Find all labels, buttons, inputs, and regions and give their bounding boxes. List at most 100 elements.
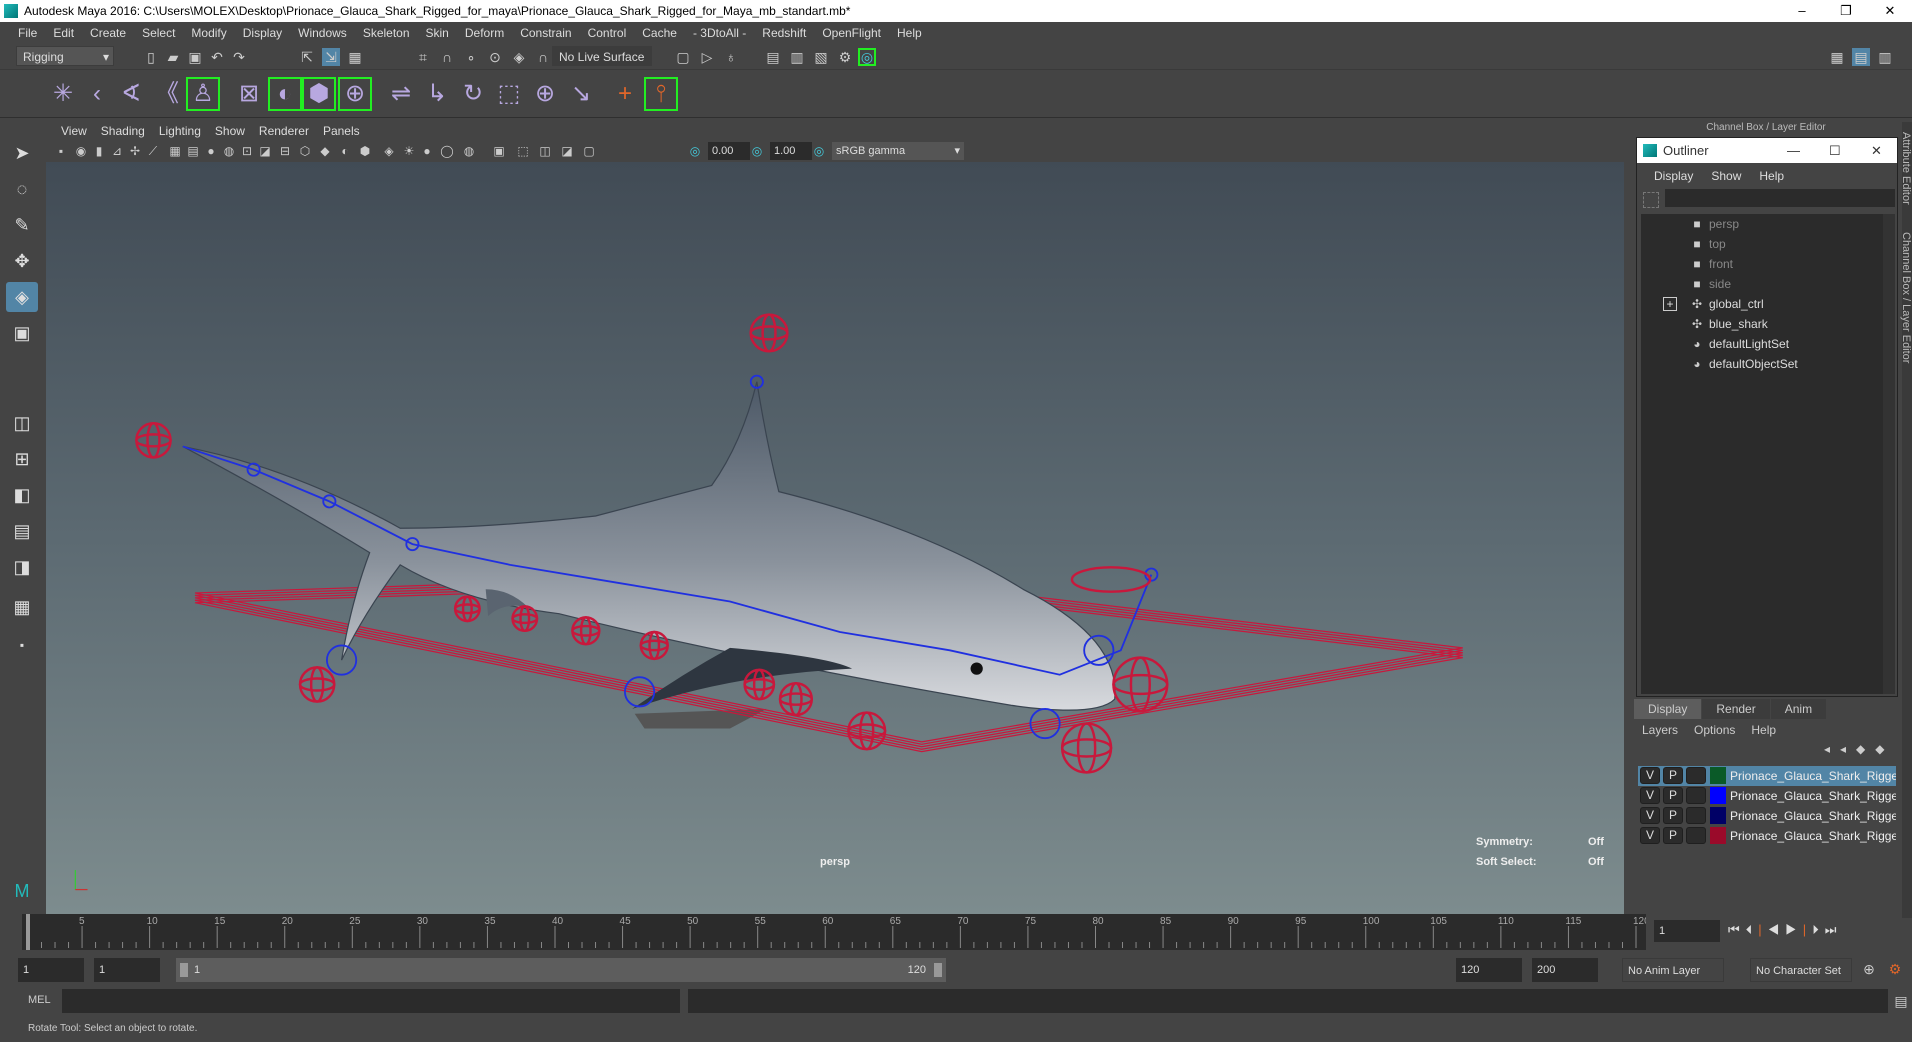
exposure-icon[interactable]: ◎ xyxy=(686,142,704,160)
rig-control-icon[interactable]: ⫯ xyxy=(644,77,678,111)
output-ops-icon[interactable]: ▷ xyxy=(698,48,716,66)
rig-control[interactable] xyxy=(453,595,481,623)
save-scene-icon[interactable]: ▣ xyxy=(186,48,204,66)
viewport-tool-icon[interactable]: ✢ xyxy=(126,142,144,160)
close-button[interactable]: ✕ xyxy=(1868,0,1912,22)
script-editor-icon[interactable]: ▤ xyxy=(1892,992,1910,1010)
playback-end-field[interactable]: 120 xyxy=(1456,958,1522,982)
outliner-item[interactable]: ■ top xyxy=(1689,234,1725,254)
rig-control[interactable] xyxy=(778,682,814,717)
mel-label[interactable]: MEL xyxy=(28,994,51,1006)
viewport-tool-icon[interactable]: ◍ xyxy=(220,142,238,160)
range-start-handle[interactable] xyxy=(180,963,188,977)
ik-handle-icon[interactable]: ‹ xyxy=(80,77,114,111)
hypershade-icon[interactable]: ◎ xyxy=(858,48,876,66)
layer-color-swatch[interactable] xyxy=(1710,807,1726,824)
menu--3dtoall-[interactable]: - 3DtoAll - xyxy=(685,26,754,40)
end-time-field[interactable]: 200 xyxy=(1532,958,1598,982)
outliner-item[interactable]: ◕ defaultObjectSet xyxy=(1689,354,1797,374)
viewport-menu-view[interactable]: View xyxy=(54,124,94,138)
viewport-tool-icon[interactable]: ⬚ xyxy=(514,142,532,160)
workspace-tool-settings-icon[interactable]: ▥ xyxy=(1876,48,1894,66)
rig-control[interactable] xyxy=(298,666,336,703)
tab-display[interactable]: Display xyxy=(1634,699,1702,719)
visibility-toggle[interactable]: V xyxy=(1640,787,1660,804)
four-view-layout-icon[interactable]: ⊞ xyxy=(6,444,38,474)
select-tool-icon[interactable]: ➤ xyxy=(6,138,38,168)
visibility-toggle[interactable]: V xyxy=(1640,767,1660,784)
live-surface-field[interactable]: No Live Surface xyxy=(552,46,652,66)
pole-vector-icon[interactable]: ↘ xyxy=(564,77,598,111)
lattice-icon[interactable]: ⬢ xyxy=(302,77,336,111)
outliner-scrollbar[interactable] xyxy=(1883,214,1895,694)
reference-toggle[interactable] xyxy=(1686,767,1706,784)
input-ops-icon[interactable]: ▢ xyxy=(674,48,692,66)
snap-curve-icon[interactable]: ∩ xyxy=(438,48,456,66)
viewport-tool-icon[interactable]: ◍ xyxy=(460,142,478,160)
layer-menu-help[interactable]: Help xyxy=(1743,723,1784,737)
menu-windows[interactable]: Windows xyxy=(290,26,355,40)
joint-tool-icon[interactable]: ✳ xyxy=(46,77,80,111)
viewport-tool-icon[interactable]: ◉ xyxy=(72,142,90,160)
workspace-channel-box-icon[interactable]: ▤ xyxy=(1852,48,1870,66)
snap-view-icon[interactable]: ⊙ xyxy=(486,48,504,66)
menu-redshift[interactable]: Redshift xyxy=(754,26,814,40)
lasso-tool-icon[interactable]: ◌ xyxy=(6,174,38,204)
shark-mesh[interactable] xyxy=(182,381,1116,711)
outliner-search-input[interactable] xyxy=(1665,189,1895,207)
viewport-tool-icon[interactable]: ⬢ xyxy=(356,142,374,160)
render-view-icon[interactable]: ▤ xyxy=(764,48,782,66)
outliner-item[interactable]: ■ side xyxy=(1689,274,1731,294)
viewport-tool-icon[interactable]: ◫ xyxy=(536,142,554,160)
channel-box-tab[interactable]: Channel Box / Layer Editor xyxy=(1900,232,1912,363)
layer-row[interactable]: V P Prionace_Glauca_Shark_Rigged_ xyxy=(1638,806,1896,826)
rotate-tool-icon[interactable]: ◈ xyxy=(6,282,38,312)
menu-file[interactable]: File xyxy=(10,26,45,40)
viewport-tool-icon[interactable]: ▦ xyxy=(166,142,184,160)
select-hierarchy-icon[interactable]: ⇱ xyxy=(298,48,316,66)
render-frame-icon[interactable]: ▥ xyxy=(788,48,806,66)
playback-buttons[interactable]: ⏮⏴|◀▶|⏵⏭ xyxy=(1728,922,1842,938)
outliner-item[interactable]: ■ front xyxy=(1689,254,1733,274)
snap-point-icon[interactable]: ∘ xyxy=(462,48,480,66)
current-time-marker[interactable] xyxy=(26,914,30,950)
viewport-tool-icon[interactable]: ● xyxy=(202,142,220,160)
tab-render[interactable]: Render xyxy=(1702,699,1770,719)
menu-display[interactable]: Display xyxy=(235,26,290,40)
ipr-render-icon[interactable]: ▧ xyxy=(812,48,830,66)
viewport-menu-renderer[interactable]: Renderer xyxy=(252,124,316,138)
outliner-menu-show[interactable]: Show xyxy=(1702,169,1750,183)
viewport-tool-icon[interactable]: ◪ xyxy=(558,142,576,160)
reference-toggle[interactable] xyxy=(1686,827,1706,844)
viewport-tool-icon[interactable]: ▤ xyxy=(184,142,202,160)
layer-row[interactable]: V P Prionace_Glauca_Shark_Rigged xyxy=(1638,766,1896,786)
outliner-item[interactable]: + ✣ global_ctrl xyxy=(1663,294,1764,314)
viewport-tool-icon[interactable]: ⬡ xyxy=(296,142,314,160)
rig-control[interactable] xyxy=(749,313,789,353)
layer-menu-options[interactable]: Options xyxy=(1686,723,1743,737)
gamma-icon[interactable]: ◎ xyxy=(748,142,766,160)
menu-skeleton[interactable]: Skeleton xyxy=(355,26,418,40)
snap-grid-icon[interactable]: ⌗ xyxy=(414,48,432,66)
preferences-icon[interactable]: ⚙ xyxy=(1886,960,1904,978)
outliner-menu-help[interactable]: Help xyxy=(1750,169,1793,183)
playback-toggle[interactable]: P xyxy=(1663,767,1683,784)
menu-skin[interactable]: Skin xyxy=(418,26,457,40)
bind-skin-icon[interactable]: ⊠ xyxy=(232,77,266,111)
expand-icon[interactable]: + xyxy=(1663,297,1677,311)
viewport-menu-shading[interactable]: Shading xyxy=(94,124,152,138)
color-space-dropdown[interactable]: sRGB gamma ▾ xyxy=(832,142,964,160)
range-end-handle[interactable] xyxy=(934,963,942,977)
workspace-modeling-icon[interactable]: ▦ xyxy=(1828,48,1846,66)
menu-openflight[interactable]: OpenFlight xyxy=(814,26,889,40)
orient-constraint-icon[interactable]: ↻ xyxy=(456,77,490,111)
outliner-layout-icon[interactable]: ▦ xyxy=(6,592,38,622)
viewport-tool-icon[interactable]: ▮ xyxy=(90,142,108,160)
single-view-layout-icon[interactable]: ◫ xyxy=(6,408,38,438)
command-input[interactable] xyxy=(62,989,680,1013)
layer-row[interactable]: V P Prionace_Glauca_Shark_Rigged_ xyxy=(1638,826,1896,846)
humanik-icon[interactable]: ♙ xyxy=(186,77,220,111)
menu-constrain[interactable]: Constrain xyxy=(512,26,579,40)
menu-cache[interactable]: Cache xyxy=(634,26,685,40)
outliner-item[interactable]: ■ persp xyxy=(1689,214,1739,234)
